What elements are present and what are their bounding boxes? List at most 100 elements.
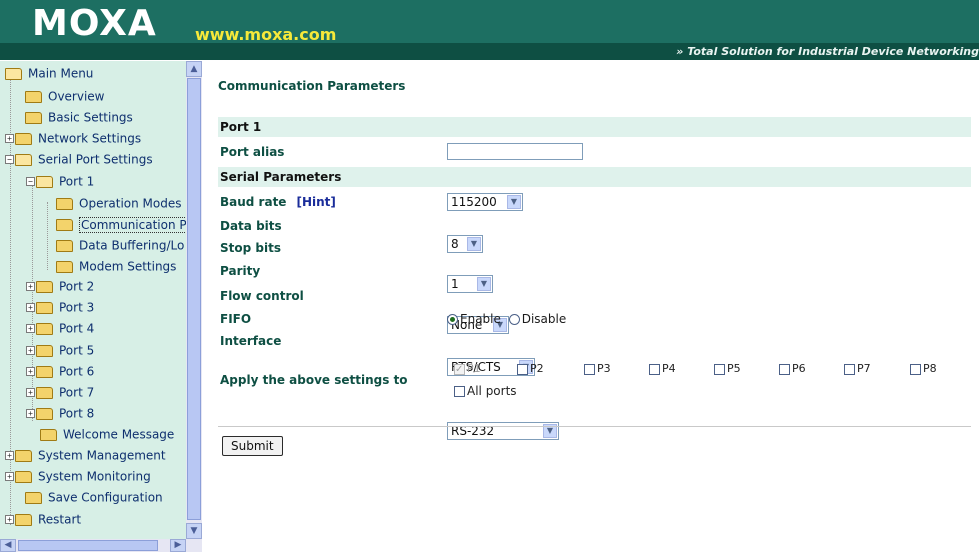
port-p1-checkbox[interactable]: P1	[454, 361, 481, 377]
collapse-minus-icon[interactable]: −	[26, 177, 35, 186]
expand-plus-icon[interactable]: +	[26, 324, 35, 333]
interface-label: Interface	[220, 334, 282, 348]
sidebar-item-port-4[interactable]: + Port 4	[26, 318, 94, 338]
scroll-thumb[interactable]	[187, 78, 201, 520]
scroll-thumb-horizontal[interactable]	[18, 540, 158, 551]
hint-link[interactable]: [Hint]	[296, 195, 335, 209]
sidebar-item-port-1[interactable]: − Port 1	[26, 171, 94, 191]
scroll-left-icon[interactable]: ◀	[0, 539, 16, 552]
scroll-right-icon[interactable]: ▶	[170, 539, 186, 552]
port-p6-checkbox[interactable]: P6	[779, 361, 806, 376]
sidebar-item-data-buffering[interactable]: Data Buffering/Lo	[56, 235, 184, 255]
baud-rate-label-text: Baud rate	[220, 195, 287, 209]
baud-rate-select[interactable]: 115200 ▼	[447, 193, 523, 211]
serial-parameters-header: Serial Parameters	[218, 167, 971, 187]
expand-plus-icon[interactable]: +	[26, 409, 35, 418]
divider	[218, 426, 971, 427]
checkbox-box[interactable]	[714, 363, 725, 375]
scrollbar-corner	[186, 539, 202, 552]
folder-icon	[36, 322, 53, 335]
sidebar-item-port-6[interactable]: + Port 6	[26, 361, 94, 381]
folder-icon	[36, 344, 53, 357]
expand-plus-icon[interactable]: +	[26, 282, 35, 291]
data-bits-value: 8	[451, 237, 459, 251]
port-p2-checkbox[interactable]: P2	[517, 361, 544, 376]
serial-parameters-title: Serial Parameters	[220, 170, 342, 184]
expand-plus-icon[interactable]: +	[26, 303, 35, 312]
open-folder-icon	[36, 175, 53, 188]
checkbox-box[interactable]	[454, 386, 465, 397]
checkbox-box[interactable]	[844, 363, 855, 375]
port-p3-checkbox[interactable]: P3	[584, 361, 611, 376]
sidebar-item-serial-port-settings[interactable]: − Serial Port Settings	[5, 149, 153, 169]
stop-bits-select[interactable]: 1 ▼	[447, 275, 493, 293]
interface-select[interactable]: RS-232 ▼	[447, 422, 559, 440]
sidebar-item-basic-settings[interactable]: Basic Settings	[25, 107, 133, 127]
expand-plus-icon[interactable]: +	[26, 367, 35, 376]
sidebar-item-main-menu[interactable]: Main Menu	[5, 63, 93, 83]
sidebar-item-save-configuration[interactable]: Save Configuration	[25, 487, 163, 507]
sidebar-horizontal-scrollbar[interactable]: ◀ ▶	[0, 539, 186, 552]
checkbox-box[interactable]	[649, 363, 660, 375]
folder-icon	[25, 90, 42, 103]
sidebar-item-port-8[interactable]: + Port 8	[26, 403, 94, 423]
expand-plus-icon[interactable]: +	[5, 472, 14, 481]
expand-plus-icon[interactable]: +	[5, 451, 14, 460]
port-section-header: Port 1	[218, 117, 971, 137]
apply-settings-label: Apply the above settings to	[220, 373, 408, 387]
sidebar-item-system-management[interactable]: + System Management	[5, 445, 166, 465]
folder-icon	[36, 301, 53, 314]
checkbox-box[interactable]	[517, 363, 528, 375]
tagline-text: Total Solution for Industrial Device Net…	[687, 45, 979, 58]
sidebar-vertical-scrollbar[interactable]: ▲ ▼	[186, 61, 202, 539]
expand-plus-icon[interactable]: +	[5, 515, 14, 524]
expand-plus-icon[interactable]: +	[26, 346, 35, 355]
sidebar-item-communication-parameters[interactable]: Communication P.	[56, 214, 186, 234]
tree-line	[47, 202, 48, 270]
double-chevron-icon: »	[676, 45, 684, 58]
folder-icon	[56, 218, 73, 231]
port-p5-checkbox[interactable]: P5	[714, 361, 741, 376]
folder-icon	[15, 513, 32, 526]
dropdown-arrow-icon[interactable]: ▼	[507, 195, 521, 209]
sidebar-item-port-7[interactable]: + Port 7	[26, 382, 94, 402]
sidebar-item-port-2[interactable]: + Port 2	[26, 276, 94, 296]
fifo-disable-radio[interactable]	[508, 314, 520, 325]
sidebar-item-modem-settings[interactable]: Modem Settings	[56, 256, 176, 276]
port-section-title: Port 1	[220, 120, 262, 134]
flow-control-label: Flow control	[220, 289, 304, 303]
sidebar-item-system-monitoring[interactable]: + System Monitoring	[5, 466, 151, 486]
expand-plus-icon[interactable]: +	[26, 388, 35, 397]
folder-icon	[36, 280, 53, 293]
menu-tree: Main Menu Overview Basic Settings + Netwo…	[0, 61, 186, 539]
sidebar-item-welcome-message[interactable]: Welcome Message	[40, 424, 174, 444]
stop-bits-value: 1	[451, 277, 459, 291]
sidebar-item-port-3[interactable]: + Port 3	[26, 297, 94, 317]
port-p7-checkbox[interactable]: P7	[844, 361, 871, 376]
sidebar-item-port-5[interactable]: + Port 5	[26, 340, 94, 360]
checkbox-box[interactable]	[910, 363, 921, 375]
checkbox-box[interactable]	[584, 363, 595, 375]
port-p4-checkbox[interactable]: P4	[649, 361, 676, 376]
data-bits-select[interactable]: 8 ▼	[447, 235, 483, 253]
fifo-enable-radio[interactable]	[447, 314, 458, 325]
site-url[interactable]: www.moxa.com	[195, 25, 336, 44]
dropdown-arrow-icon[interactable]: ▼	[477, 277, 491, 291]
port-p8-checkbox[interactable]: P8	[910, 361, 937, 376]
sidebar-item-operation-modes[interactable]: Operation Modes	[56, 193, 181, 213]
tagline: » Total Solution for Industrial Device Ne…	[676, 43, 979, 60]
collapse-minus-icon[interactable]: −	[5, 155, 14, 164]
expand-plus-icon[interactable]: +	[5, 134, 14, 143]
sidebar-item-restart[interactable]: + Restart	[5, 509, 81, 529]
port-alias-input[interactable]	[447, 143, 583, 160]
all-ports-checkbox[interactable]: All ports	[454, 384, 517, 399]
sidebar-item-network-settings[interactable]: + Network Settings	[5, 128, 141, 148]
folder-icon	[36, 407, 53, 420]
scroll-up-icon[interactable]: ▲	[186, 61, 202, 77]
scroll-down-icon[interactable]: ▼	[186, 523, 202, 539]
submit-button[interactable]: Submit	[222, 436, 283, 456]
checkbox-box[interactable]	[454, 362, 465, 377]
checkbox-box[interactable]	[779, 363, 790, 375]
sidebar-item-overview[interactable]: Overview	[25, 86, 105, 106]
dropdown-arrow-icon[interactable]: ▼	[467, 237, 481, 251]
